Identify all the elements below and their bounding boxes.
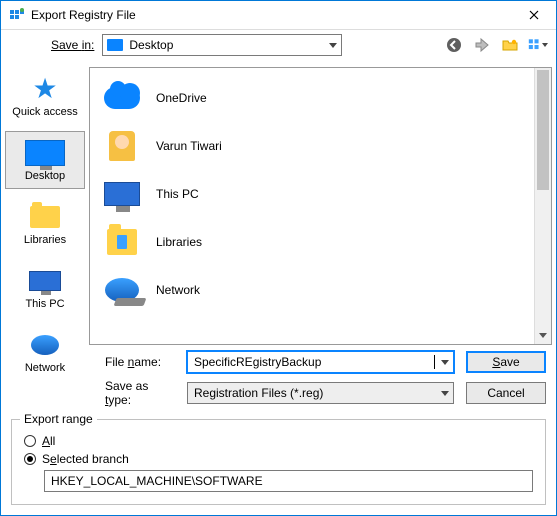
radio-icon	[24, 435, 36, 447]
title-left: Export Registry File	[9, 7, 136, 23]
cancel-button[interactable]: Cancel	[466, 382, 546, 404]
network-icon	[102, 270, 142, 310]
scroll-down-icon[interactable]	[535, 327, 551, 344]
view-menu-icon[interactable]	[528, 35, 548, 55]
file-name-value: SpecificREgistryBackup	[194, 355, 433, 369]
new-folder-icon[interactable]	[500, 35, 520, 55]
save-button[interactable]: Save	[466, 351, 546, 373]
file-list-pane: OneDrive Varun Tiwari This PC Libraries …	[89, 67, 552, 345]
file-name: Varun Tiwari	[156, 139, 222, 153]
radio-selected-branch[interactable]: Selected branch	[24, 452, 533, 466]
list-item[interactable]: Network	[96, 266, 528, 314]
registry-icon	[9, 7, 25, 23]
file-name: Network	[156, 283, 200, 297]
place-label: This PC	[25, 298, 64, 310]
export-range-group: Export range All Selected branch	[11, 419, 546, 505]
toolbar-icons	[444, 35, 548, 55]
savein-combo[interactable]: Desktop	[102, 34, 342, 56]
list-item[interactable]: This PC	[96, 170, 528, 218]
save-type-value: Registration Files (*.reg)	[194, 386, 435, 400]
scrollbar-thumb[interactable]	[537, 70, 549, 190]
branch-input-wrap	[24, 470, 533, 492]
chevron-down-icon	[542, 43, 548, 47]
place-quick-access[interactable]: ★ Quick access	[5, 67, 85, 125]
place-label: Libraries	[24, 234, 66, 246]
list-item[interactable]: OneDrive	[96, 74, 528, 122]
desktop-icon	[25, 138, 65, 168]
onedrive-icon	[102, 78, 142, 118]
close-button[interactable]	[514, 1, 554, 29]
chevron-down-icon[interactable]	[435, 352, 453, 372]
desktop-mini-icon	[107, 39, 123, 51]
back-icon[interactable]	[444, 35, 464, 55]
chevron-down-icon	[329, 43, 337, 48]
branch-input[interactable]	[44, 470, 533, 492]
list-item[interactable]: Varun Tiwari	[96, 122, 528, 170]
place-this-pc[interactable]: This PC	[5, 259, 85, 317]
file-name-label: File name:	[105, 355, 175, 369]
file-name-input[interactable]: SpecificREgistryBackup	[187, 351, 454, 373]
savein-label: Save in:	[51, 38, 94, 52]
chevron-down-icon[interactable]	[435, 383, 453, 403]
file-name: This PC	[156, 187, 199, 201]
this-pc-icon	[102, 174, 142, 214]
radio-all[interactable]: All	[24, 434, 533, 448]
save-type-combo[interactable]: Registration Files (*.reg)	[187, 382, 454, 404]
radio-icon	[24, 453, 36, 465]
quick-access-icon: ★	[25, 74, 65, 104]
radio-selected-label: Selected branch	[42, 452, 129, 466]
place-label: Quick access	[12, 106, 77, 118]
middle: ★ Quick access Desktop Libraries This PC…	[1, 61, 556, 345]
this-pc-icon	[25, 266, 65, 296]
places-bar: ★ Quick access Desktop Libraries This PC…	[1, 61, 89, 345]
savein-toolbar: Save in: Desktop	[1, 30, 556, 61]
fields-row: File name: SpecificREgistryBackup Save S…	[1, 345, 556, 413]
radio-all-label: All	[42, 434, 55, 448]
user-folder-icon	[102, 126, 142, 166]
file-name: OneDrive	[156, 91, 207, 105]
place-libraries[interactable]: Libraries	[5, 195, 85, 253]
up-one-level-icon[interactable]	[472, 35, 492, 55]
libraries-icon	[102, 222, 142, 262]
vertical-scrollbar[interactable]	[534, 68, 551, 344]
file-list[interactable]: OneDrive Varun Tiwari This PC Libraries …	[90, 68, 534, 344]
window-title: Export Registry File	[31, 8, 136, 22]
savein-value: Desktop	[129, 38, 173, 52]
libraries-icon	[25, 202, 65, 232]
titlebar: Export Registry File	[1, 1, 556, 30]
file-name: Libraries	[156, 235, 202, 249]
export-range-legend: Export range	[20, 412, 97, 426]
list-item[interactable]: Libraries	[96, 218, 528, 266]
save-type-label: Save as type:	[105, 379, 175, 407]
place-label: Desktop	[25, 170, 65, 182]
place-desktop[interactable]: Desktop	[5, 131, 85, 189]
